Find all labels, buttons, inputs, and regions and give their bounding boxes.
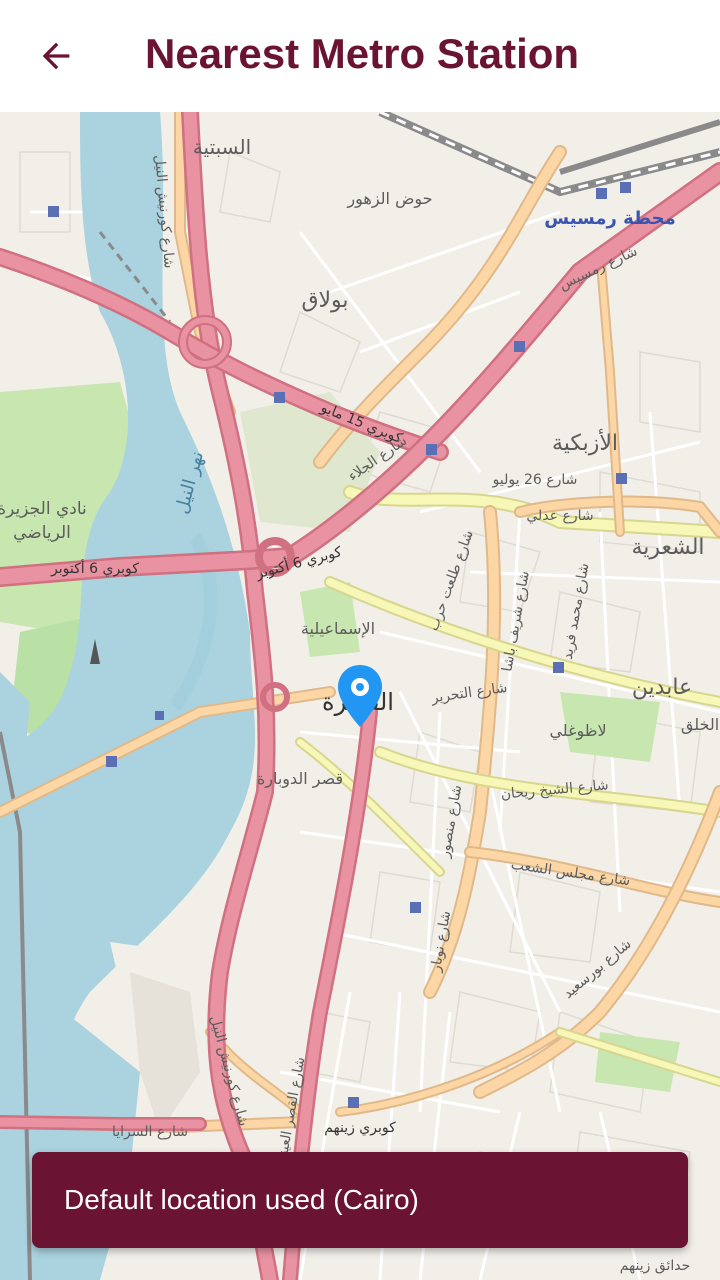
page-title: Nearest Metro Station xyxy=(145,30,580,77)
label-ismailia: الإسماعيلية xyxy=(301,619,375,638)
label-saray-st: شارع السرايا xyxy=(112,1124,188,1140)
label-adly-st: شارع عدلي xyxy=(526,508,593,524)
label-gezira-club-2: الرياضي xyxy=(13,523,71,543)
label-qasr-el-dobara: قصر الدوبارة xyxy=(257,769,343,789)
location-pin-icon xyxy=(338,665,382,727)
current-location-marker[interactable] xyxy=(336,663,384,729)
label-bulaq: بولاق xyxy=(301,288,348,313)
label-sabtiya: السبتية xyxy=(193,135,251,159)
label-gezira-club-1: نادي الجزيرة xyxy=(0,499,87,519)
snackbar-message: Default location used (Cairo) xyxy=(64,1184,419,1215)
label-bab-el-khalq: الخلق xyxy=(681,715,719,735)
label-bridge-6-october-west: كوبري 6 أكتوبر xyxy=(50,559,139,577)
back-button[interactable] xyxy=(24,28,88,84)
label-zeinhom-bridge: كوبري زينهم xyxy=(324,1120,396,1136)
label-hod-zohour: حوض الزهور xyxy=(346,189,432,209)
label-lazoghli: لاظوغلي xyxy=(549,721,606,741)
app-bar: Nearest Metro Station xyxy=(0,0,720,112)
label-sayeda-zeinab: حدائق زينهم xyxy=(620,1258,691,1274)
arrow-back-icon xyxy=(42,42,70,70)
label-azbakia: الأزبكية xyxy=(552,429,618,456)
label-street-26-july: شارع 26 يوليو xyxy=(492,472,578,488)
label-abdeen: عابدين xyxy=(632,675,692,700)
label-ramses-station: محطة رمسيس xyxy=(544,208,675,229)
label-shaariya: الشعرية xyxy=(631,535,704,560)
snackbar: Default location used (Cairo) xyxy=(32,1152,688,1248)
app-root: Nearest Metro Station السبتية حوض الزهور… xyxy=(0,0,720,1280)
